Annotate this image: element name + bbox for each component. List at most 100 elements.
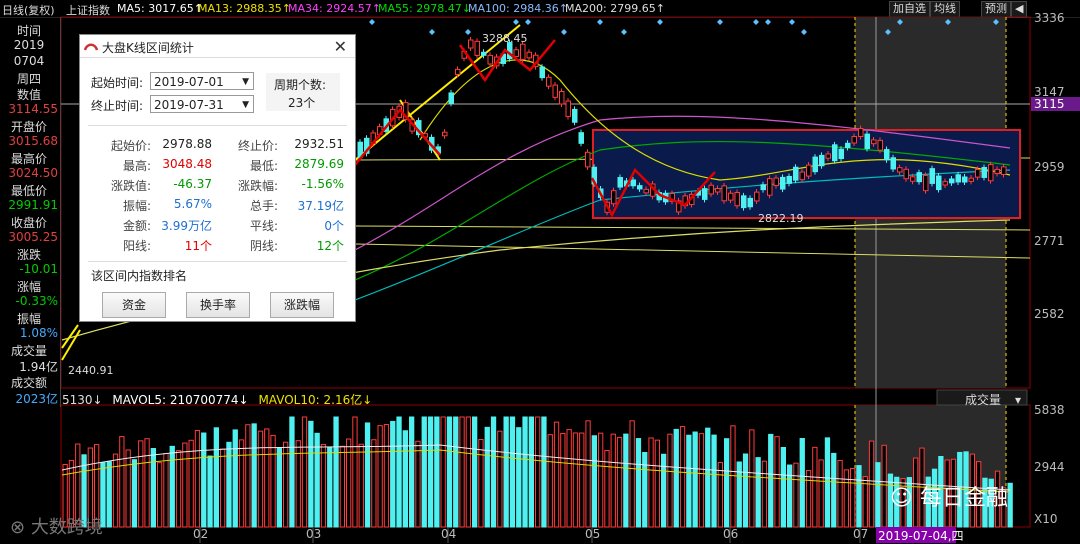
value-value: 3114.55 [8,102,58,116]
high-value: 3024.50 [8,166,58,180]
volume-bar [799,438,805,528]
signal-diamond [765,19,771,25]
mid-low-annotation: 2822.19 [758,212,804,225]
signal-diamond [789,19,795,25]
candle [832,144,838,162]
stat-label: 振幅: [122,199,151,213]
signal-diamond [801,29,807,35]
volume-bar [264,428,270,528]
period-count-box: 周期个数: 23个 [266,73,340,111]
low-value: 2991.91 [8,198,58,212]
candle [578,132,584,144]
candle [474,40,480,56]
stat-label: 最低: [249,159,278,173]
data-panel: 时间 2019 0704 周四 数值 3114.55 开盘价 3015.68 最… [0,17,61,407]
stat-label: 阳线: [122,239,151,253]
volume-bar [402,430,409,528]
volume-bar [850,467,856,528]
volume-bar [761,460,768,528]
rank-label: 该区间内指数排名 [91,269,188,283]
volume-bar [566,429,572,528]
candle [806,164,812,177]
candle [975,169,981,178]
volume-bar [440,416,446,528]
volume-bar [465,416,472,528]
candle [890,157,896,170]
end-time-select[interactable]: 2019-07-31 ▼ [150,95,254,113]
volume-bar [755,457,761,528]
candle [559,91,565,105]
stat-label: 涨跌幅: [237,179,278,193]
volume-bar [289,416,295,528]
stat-label: 最高: [122,159,151,173]
volume-bar [478,439,484,528]
candle [526,51,532,59]
candle [552,84,558,98]
change-rank-button[interactable]: 涨跌幅 [270,292,334,318]
pct-label: 涨幅 [16,280,41,294]
signal-diamond [753,19,759,25]
candle [754,191,760,202]
volume-bar [320,443,327,528]
open-value: 3015.68 [8,134,58,148]
candle [487,54,493,65]
candle [448,92,454,104]
volume-bar [774,436,780,528]
stat-value: 3048.48 [162,157,212,171]
volume-bar [623,433,629,528]
candle [585,151,591,168]
high-label: 最高价 [10,152,47,166]
chevron-down-icon: ▼ [242,77,249,87]
volume-bar [598,432,604,528]
chevron-down-icon: ▼ [242,100,249,110]
volume-bar [453,416,459,528]
stat-label: 涨跌值: [110,179,151,193]
candle [812,156,818,173]
candle [799,171,805,181]
signal-diamond [525,19,531,25]
signal-diamond [513,19,519,25]
candle [1001,166,1007,176]
dialog-titlebar[interactable]: 大盘K线区间统计 ✕ [80,35,355,58]
weekday-value: 周四 [16,72,41,86]
volume-bar [591,435,598,528]
candle [481,51,487,56]
candle [916,172,922,183]
stat-value: 2978.88 [162,137,212,151]
volume-bar [692,431,698,528]
volume-bar [793,462,799,528]
signal-diamond [369,19,375,25]
month-tick: 07 [853,527,869,541]
open-label: 开盘价 [10,120,47,134]
candle [513,49,519,57]
stat-label: 金额: [122,219,151,233]
pct-value: -0.33% [15,294,58,308]
signal-diamond [717,19,723,25]
volume-bar [446,416,453,528]
volume-bar [686,434,692,528]
period-count-label: 周期个数: [274,78,327,92]
candle [871,139,877,145]
candle [721,185,727,202]
volume-bar [642,451,648,528]
volume-bar [339,445,346,528]
volume-bar [724,438,730,528]
month-tick: 03 [306,527,322,541]
year-value: 2019 [13,38,45,52]
volume-bar [547,434,553,528]
candle [468,39,474,49]
turnover-rank-button[interactable]: 换手率 [186,292,250,318]
volume-bar [276,448,283,528]
candle [845,142,851,149]
candle [923,174,929,192]
indicator-selector[interactable]: 成交量 ▾ [965,391,1021,408]
fund-rank-button[interactable]: 资金 [102,292,166,318]
volume-bar [629,420,635,528]
app-logo-icon [84,43,98,51]
start-time-select[interactable]: 2019-07-01 ▼ [150,72,254,90]
volume-bar [503,416,509,528]
volume-bar [484,426,490,528]
volume-bar [616,436,623,528]
watermark-icon: ⊗ [10,517,31,538]
close-icon[interactable]: ✕ [334,37,347,56]
